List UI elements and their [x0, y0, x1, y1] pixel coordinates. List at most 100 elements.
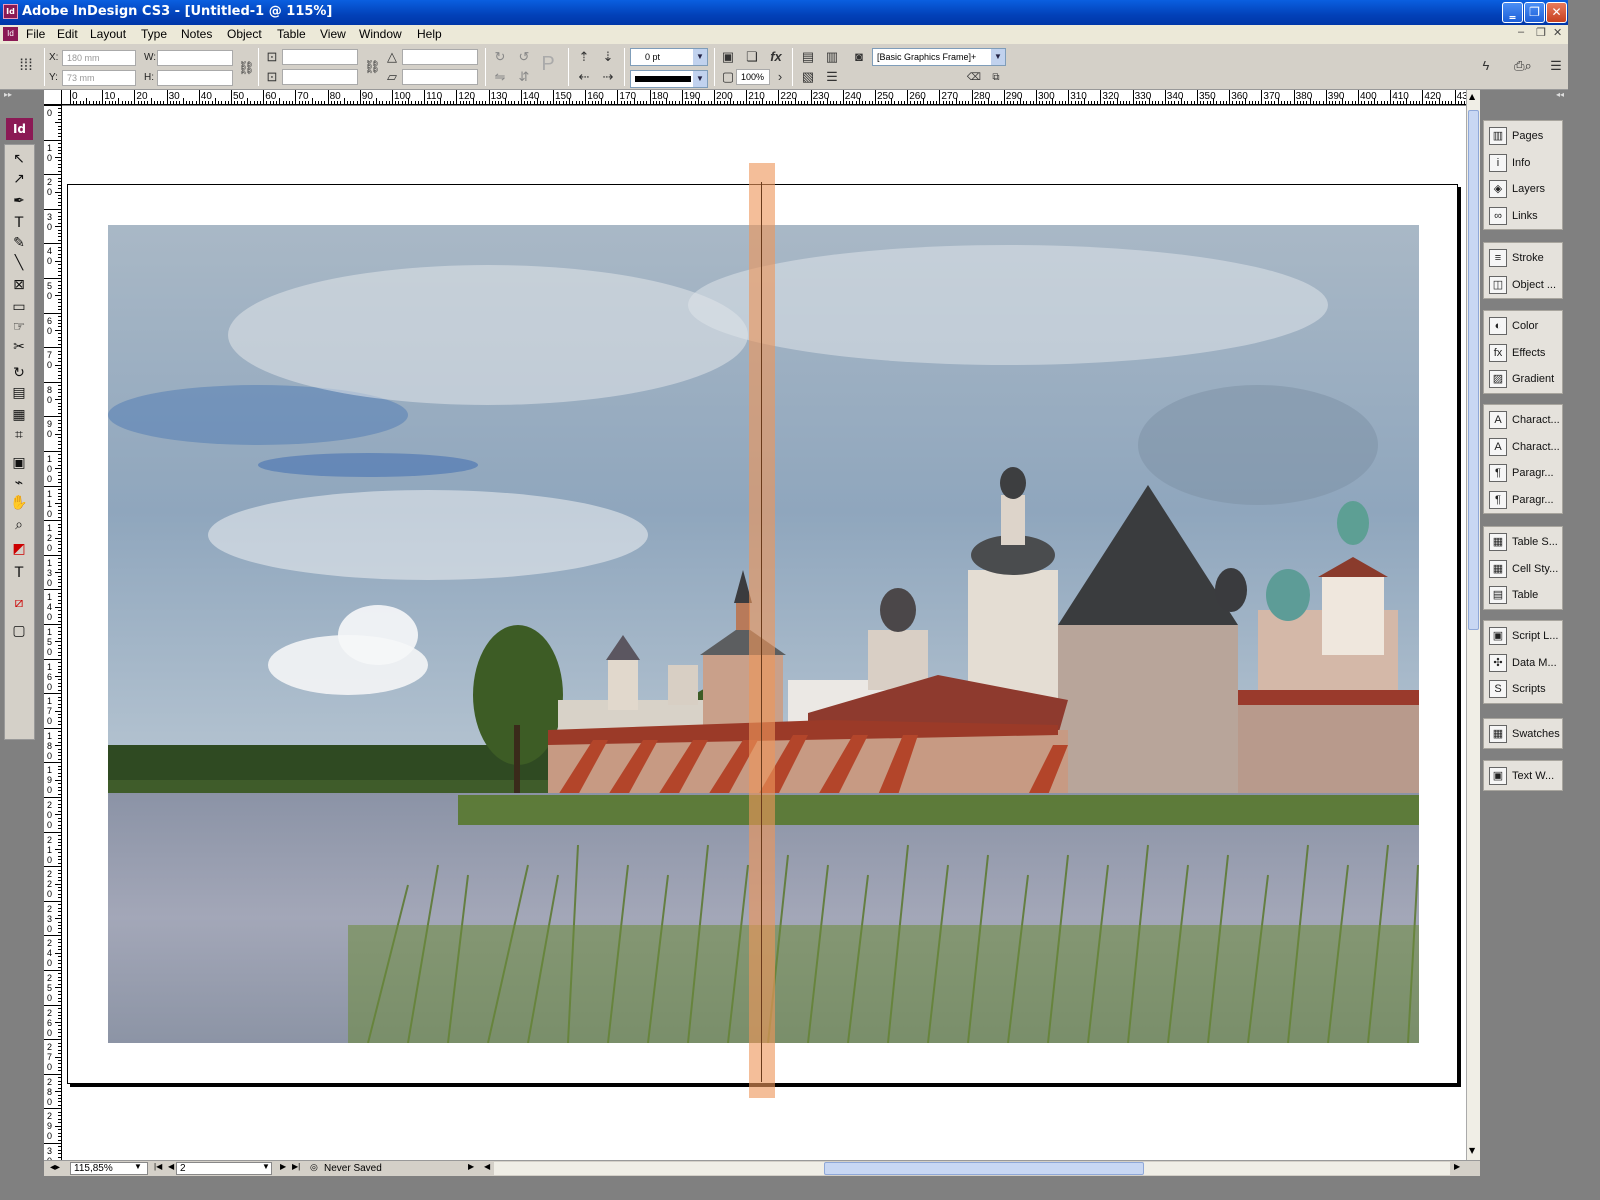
menu-notes[interactable]: Notes — [181, 27, 212, 41]
select-content-icon[interactable]: ⇣ — [600, 49, 616, 65]
panel-item-info[interactable]: i Info — [1484, 150, 1564, 176]
panel-collapse-icon[interactable]: ◂◂ — [1480, 90, 1568, 104]
shear-angle-field[interactable] — [402, 69, 478, 85]
scale-y-field[interactable] — [282, 69, 358, 85]
x-position-field[interactable]: 180 mm — [62, 50, 136, 66]
panel-item-table-s[interactable]: ▦ Table S... — [1484, 529, 1564, 555]
ruler-origin[interactable] — [44, 90, 62, 105]
menu-layout[interactable]: Layout — [90, 27, 126, 41]
panel-item-data-m[interactable]: ✣ Data M... — [1484, 650, 1564, 676]
button-tool[interactable]: ☞ — [8, 317, 30, 337]
fill-icon[interactable]: ▣ — [720, 49, 736, 65]
panel-item-script-l[interactable]: ▣ Script L... — [1484, 623, 1564, 649]
panel-item-effects[interactable]: fx Effects — [1484, 340, 1564, 366]
rotation-angle-field[interactable] — [402, 49, 478, 65]
hand-tool[interactable]: ✋ — [8, 493, 30, 513]
menu-table[interactable]: Table — [277, 27, 306, 41]
next-page-icon[interactable]: ▶ — [280, 1162, 286, 1171]
pencil-tool[interactable]: ✎ — [8, 233, 30, 253]
scroll-down-icon[interactable]: ▼ — [1469, 1146, 1475, 1155]
clear-overrides-icon[interactable]: ⌫ — [966, 70, 982, 86]
minimize-button[interactable]: ‗ — [1502, 2, 1523, 23]
close-button[interactable]: ✕ — [1546, 2, 1567, 23]
doc-restore-button[interactable]: ❐ — [1536, 26, 1546, 39]
constrain-scale-icon[interactable]: ⛓ — [364, 59, 381, 75]
panel-item-stroke[interactable]: ≡ Stroke — [1484, 245, 1564, 271]
scale-x-field[interactable] — [282, 49, 358, 65]
doc-close-button[interactable]: ✕ — [1553, 26, 1562, 39]
free-transform-tool[interactable]: ↻ — [8, 363, 30, 383]
horizontal-scroll-thumb[interactable] — [824, 1162, 1144, 1175]
text-wrap-bbox-icon[interactable]: ▥ — [824, 49, 840, 65]
panel-item-gradient[interactable]: ▨ Gradient — [1484, 366, 1564, 392]
pen-tool[interactable]: ✒ — [8, 191, 30, 211]
panel-item-links[interactable]: ∞ Links — [1484, 203, 1564, 229]
toggle-status-icon[interactable]: ◂▸ — [50, 1162, 60, 1173]
horizontal-ruler[interactable]: 0 10 20 30 40 50 60 70 80 90 100 110 120 130 140 150 160… — [62, 90, 1466, 105]
constrain-proportions-icon[interactable]: ⛓ — [238, 60, 255, 76]
toolbox-collapse-icon[interactable]: ▸▸ — [0, 90, 44, 104]
zoom-tool[interactable]: ⌕ — [8, 515, 30, 535]
y-position-field[interactable]: 73 mm — [62, 70, 136, 86]
select-container-icon[interactable]: ⇡ — [576, 49, 592, 65]
select-previous-icon[interactable]: ⇠ — [576, 69, 592, 85]
rectangle-frame-tool[interactable]: ⊠ — [8, 275, 30, 295]
panel-item-text-w[interactable]: ▣ Text W... — [1484, 763, 1564, 789]
stroke-weight-dropdown[interactable]: 0 pt ▼ — [630, 48, 708, 66]
transform-tool[interactable]: ⌗ — [8, 425, 30, 445]
rotate-cw-icon[interactable]: ↻ — [492, 49, 508, 65]
find-printer-icon[interactable]: ⎙⌕ — [1508, 58, 1538, 74]
panel-item-color[interactable]: ◐ Color — [1484, 313, 1564, 339]
direct-selection-tool[interactable]: ↗ — [8, 169, 30, 189]
control-panel-menu-icon[interactable]: ☰ — [1548, 58, 1564, 74]
gradient-feather-tool[interactable]: ▦ — [8, 405, 30, 425]
restore-button[interactable]: ❐ — [1524, 2, 1545, 23]
vertical-scroll-thumb[interactable] — [1468, 110, 1479, 630]
panel-item-paragr[interactable]: ¶ Paragr... — [1484, 487, 1564, 513]
flip-vertical-icon[interactable]: ⇵ — [516, 69, 532, 85]
width-field[interactable] — [157, 50, 233, 66]
menu-file[interactable]: File — [26, 27, 45, 41]
panel-item-table[interactable]: ▤ Table — [1484, 582, 1564, 608]
eyedropper-tool[interactable]: ⌁ — [8, 473, 30, 493]
panel-item-cell-sty[interactable]: ▦ Cell Sty... — [1484, 556, 1564, 582]
height-field[interactable] — [157, 70, 233, 86]
menu-type[interactable]: Type — [141, 27, 167, 41]
reference-point-icon[interactable]: ⁞⁞⁞ — [18, 58, 34, 74]
scroll-right-icon[interactable]: ▶ — [1454, 1162, 1460, 1171]
formatting-affects-icon[interactable]: T — [8, 563, 30, 583]
fill-stroke-swatch[interactable]: ◩ — [8, 539, 30, 559]
lightning-icon[interactable]: ϟ — [1478, 58, 1494, 74]
scissors-tool[interactable]: ✂ — [8, 337, 30, 357]
document-icon[interactable]: Id — [3, 27, 18, 41]
selection-tool[interactable]: ↖ — [8, 149, 30, 169]
document-canvas[interactable] — [62, 106, 1466, 1160]
drop-shadow-icon[interactable]: ❏ — [744, 49, 760, 65]
select-next-icon[interactable]: ⇢ — [600, 69, 616, 85]
doc-minimize-button[interactable]: – — [1518, 26, 1524, 38]
view-mode-icon[interactable]: ▢ — [8, 621, 30, 641]
text-wrap-shape-icon[interactable]: ▧ — [800, 69, 816, 85]
line-tool[interactable]: ╲ — [8, 253, 30, 273]
panel-item-charact[interactable]: A Charact... — [1484, 434, 1564, 460]
panel-item-paragr[interactable]: ¶ Paragr... — [1484, 460, 1564, 486]
effects-fx-icon[interactable]: fx — [768, 49, 784, 65]
apply-none-icon[interactable]: ⧄ — [8, 593, 30, 613]
opacity-field[interactable]: 100% — [736, 69, 770, 85]
page-dropdown-icon[interactable]: ▼ — [262, 1162, 270, 1171]
chevron-right-icon[interactable]: › — [772, 69, 788, 85]
rotate-ccw-icon[interactable]: ↺ — [516, 49, 532, 65]
vertical-scrollbar[interactable]: ▲ ▼ — [1466, 90, 1480, 1160]
type-tool[interactable]: T — [8, 213, 30, 233]
scroll-up-icon[interactable]: ▲ — [1469, 92, 1475, 101]
menu-help[interactable]: Help — [417, 27, 442, 41]
new-style-icon[interactable]: ⧉ — [988, 70, 1004, 86]
scroll-left-icon[interactable]: ◀ — [484, 1162, 490, 1171]
first-page-icon[interactable]: |◀ — [154, 1162, 162, 1171]
panel-item-scripts[interactable]: S Scripts — [1484, 676, 1564, 702]
flip-horizontal-icon[interactable]: ⇋ — [492, 69, 508, 85]
note-tool[interactable]: ▣ — [8, 453, 30, 473]
text-wrap-jump-icon[interactable]: ☰ — [824, 69, 840, 85]
last-page-icon[interactable]: ▶| — [292, 1162, 300, 1171]
menu-edit[interactable]: Edit — [57, 27, 78, 41]
